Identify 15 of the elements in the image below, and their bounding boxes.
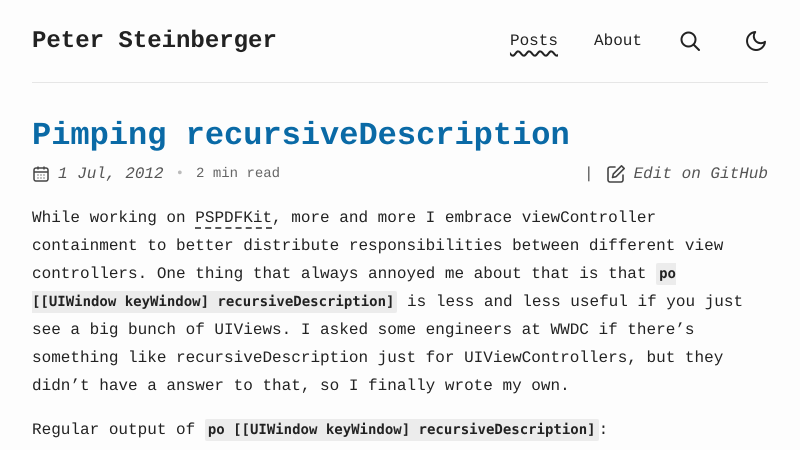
separator-dot: • <box>176 166 184 182</box>
text-link[interactable]: PSPDFKit <box>195 209 272 227</box>
read-time: 2 min read <box>196 166 280 182</box>
nav-link[interactable]: Posts <box>510 32 558 50</box>
paragraph: While working on PSPDFKit, more and more I embrace viewController containment to better distribute responsibilities between different view controllers. One thing that always annoyed me about that is that po [[UIWindow keyWindow] recursiveDescription] is less and less useful if you just see a big bunch of UIViews. I asked some engineers at WWDC if there’s something like recursiveDescription just for UIViewControllers, but they didn’t have a answer to that, so I finally wrote my own. <box>32 208 744 397</box>
post-title: Pimping recursiveDescription <box>32 116 571 156</box>
site-title[interactable]: Peter Steinberger <box>32 28 277 54</box>
nav-link[interactable]: About <box>594 32 642 50</box>
edit-link[interactable]: Edit on GitHub <box>634 165 768 183</box>
moon-icon[interactable] <box>744 29 768 53</box>
calendar-icon <box>32 165 50 183</box>
pipe-character: | <box>584 165 594 183</box>
edit-icon[interactable] <box>606 164 626 184</box>
post-date: 1 Jul, 2012 <box>58 165 164 183</box>
search-icon[interactable] <box>678 29 702 53</box>
